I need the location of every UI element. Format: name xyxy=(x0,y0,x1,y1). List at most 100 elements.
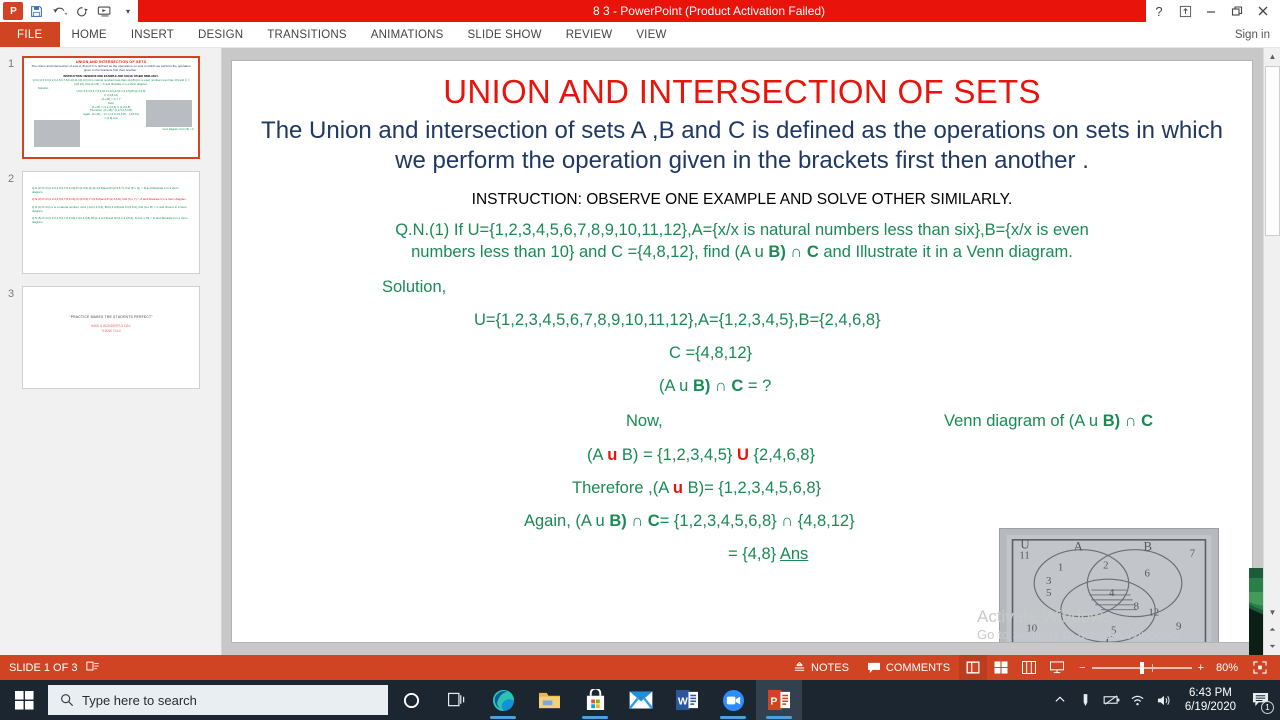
search-input[interactable]: Type here to search xyxy=(48,685,388,715)
notification-center-icon[interactable]: 1 xyxy=(1244,680,1276,720)
title-bar: P ▾ 8 3 - PowerPoint (Product Activation… xyxy=(0,0,1280,22)
slide-instruction-text[interactable]: INSTRUCTION: OBSERVE ONE EXAMPLE AND SOL… xyxy=(232,191,1252,209)
word-icon[interactable]: W xyxy=(664,680,710,720)
comments-button[interactable]: COMMENTS xyxy=(858,655,959,680)
slide-thumbnail-pane[interactable]: 1 UNION AND INTERSECTION OF SETS The Uni… xyxy=(0,48,222,655)
union-line[interactable]: (A u B) = {1,2,3,4,5} U {2,4,6,8} xyxy=(587,447,815,464)
show-hidden-icons[interactable] xyxy=(1047,680,1073,720)
scrollbar-thumb[interactable] xyxy=(1265,66,1280,236)
thumb1-question: Q.N.(1) If U={1,2,3,4,5,6,7,8,9,10,11,12… xyxy=(32,78,190,86)
again-a: Again, (A u xyxy=(524,512,610,530)
thumb1-venn-photo-right xyxy=(146,100,192,127)
start-slideshow-icon[interactable] xyxy=(95,2,115,20)
again-d: C xyxy=(647,512,660,530)
ribbon-display-options-icon[interactable] xyxy=(1172,0,1198,22)
thumbnail-image-1[interactable]: UNION AND INTERSECTION OF SETS The Union… xyxy=(22,56,200,159)
title-bar-background: 8 3 - PowerPoint (Product Activation Fai… xyxy=(138,0,1280,22)
minimize-icon[interactable] xyxy=(1198,0,1224,22)
slide-editing-area: UNION AND INTERSECTION OF SETS The Union… xyxy=(222,48,1280,699)
target-a: (A u xyxy=(659,377,693,395)
slide-question[interactable]: Q.N.(1) If U={1,2,3,4,5,6,7,8,9,10,11,12… xyxy=(246,220,1238,264)
thumbnail-slide-2[interactable]: 2 Q.N.(2) If U={1,2,3,4,5,6,7,8,9,10},P=… xyxy=(8,171,215,274)
start-button[interactable] xyxy=(0,680,48,720)
reading-view-icon[interactable] xyxy=(1015,655,1043,680)
search-placeholder: Type here to search xyxy=(82,692,197,708)
now-label[interactable]: Now, xyxy=(626,413,663,430)
slide-title[interactable]: UNION AND INTERSECTION OF SETS xyxy=(232,73,1252,111)
thumbnail-image-2[interactable]: Q.N.(2) If U={1,2,3,4,5,6,7,8,9,10},P={1… xyxy=(22,171,200,274)
taskbar-clock[interactable]: 6:43 PM 6/19/2020 xyxy=(1177,686,1244,715)
task-view-icon[interactable] xyxy=(434,680,480,720)
current-slide[interactable]: UNION AND INTERSECTION OF SETS The Union… xyxy=(231,60,1253,643)
tab-review[interactable]: REVIEW xyxy=(554,22,625,47)
mail-icon[interactable] xyxy=(618,680,664,720)
wifi-icon[interactable] xyxy=(1125,680,1151,720)
next-slide-button[interactable]: ⏷ xyxy=(1264,638,1280,655)
pen-icon[interactable] xyxy=(1073,680,1099,720)
tab-slide-show[interactable]: SLIDE SHOW xyxy=(456,22,554,47)
sign-in-link[interactable]: Sign in xyxy=(1235,22,1280,47)
thumbnail-number: 3 xyxy=(8,288,15,300)
close-icon[interactable] xyxy=(1250,0,1276,22)
battery-icon[interactable] xyxy=(1099,680,1125,720)
thumbnail-slide-1[interactable]: 1 UNION AND INTERSECTION OF SETS The Uni… xyxy=(8,56,215,159)
again-line[interactable]: Again, (A u B) ∩ C= {1,2,3,4,5,6,8} ∩ {4… xyxy=(524,513,855,530)
microsoft-store-icon[interactable] xyxy=(572,680,618,720)
slide-intro-text[interactable]: The Union and intersection of sets A ,B … xyxy=(258,116,1226,176)
slide-counter[interactable]: SLIDE 1 OF 3 xyxy=(9,662,77,674)
undo-icon[interactable] xyxy=(49,2,69,20)
tab-home[interactable]: HOME xyxy=(60,22,119,47)
customize-qat-icon[interactable]: ▾ xyxy=(118,2,138,20)
set-c-line[interactable]: C ={4,8,12} xyxy=(669,345,752,362)
edge-icon[interactable] xyxy=(480,680,526,720)
zoom-control[interactable]: − + 80% xyxy=(1071,661,1246,674)
target-expression-line[interactable]: (A u B) ∩ C = ? xyxy=(659,378,771,395)
tab-view[interactable]: VIEW xyxy=(624,22,678,47)
save-icon[interactable] xyxy=(26,2,46,20)
scroll-down-button[interactable]: ▼ xyxy=(1264,604,1280,621)
question-line-2e: and Illustrate it in a Venn diagram. xyxy=(818,243,1073,262)
again-c: ∩ xyxy=(626,512,648,530)
zoom-out-button[interactable]: − xyxy=(1079,662,1085,674)
thumbnail-image-3[interactable]: “PRACTICE MAKES THE STUDENTS PERFECT” HA… xyxy=(22,286,200,389)
powerpoint-app-icon-letter: P xyxy=(10,5,17,17)
cortana-icon[interactable] xyxy=(388,680,434,720)
normal-view-icon[interactable] xyxy=(959,655,988,680)
file-explorer-icon[interactable] xyxy=(526,680,572,720)
help-icon[interactable]: ? xyxy=(1146,0,1172,22)
zoom-slider-track[interactable] xyxy=(1091,661,1192,674)
status-bar-left: SLIDE 1 OF 3 xyxy=(0,660,100,676)
therefore-line[interactable]: Therefore ,(A u B)= {1,2,3,4,5,6,8} xyxy=(572,480,821,497)
volume-icon[interactable] xyxy=(1151,680,1177,720)
zoom-in-button[interactable]: + xyxy=(1198,662,1204,674)
tab-transitions[interactable]: TRANSITIONS xyxy=(255,22,359,47)
venn-caption[interactable]: Venn diagram of (A u B) ∩ C xyxy=(944,413,1153,430)
caption-c: ∩ xyxy=(1120,412,1142,430)
tab-file[interactable]: FILE xyxy=(0,22,60,47)
caption-a: Venn diagram of (A u xyxy=(944,412,1103,430)
slideshow-view-icon[interactable] xyxy=(1043,655,1071,680)
notes-button[interactable]: NOTES xyxy=(784,655,858,680)
fit-to-window-icon[interactable] xyxy=(1246,655,1274,680)
scroll-up-button[interactable]: ▲ xyxy=(1264,48,1280,65)
redo-icon[interactable] xyxy=(72,2,92,20)
thumbnail-slide-3[interactable]: 3 “PRACTICE MAKES THE STUDENTS PERFECT” … xyxy=(8,286,215,389)
solution-label[interactable]: Solution, xyxy=(382,279,446,296)
powerpoint-icon[interactable]: P xyxy=(756,680,802,720)
previous-slide-button[interactable]: ⏶ xyxy=(1264,621,1280,638)
slide-sorter-icon[interactable] xyxy=(987,655,1015,680)
answer-line[interactable]: = {4,8} Ans xyxy=(728,546,808,563)
tab-design[interactable]: DESIGN xyxy=(186,22,255,47)
tab-insert[interactable]: INSERT xyxy=(119,22,186,47)
clock-time: 6:43 PM xyxy=(1189,686,1232,699)
zoom-slider-thumb[interactable] xyxy=(1139,661,1144,674)
scrollbar-bottom-buttons: ▼ ⏶ ⏷ xyxy=(1264,604,1280,655)
zoom-icon[interactable] xyxy=(710,680,756,720)
language-icon[interactable] xyxy=(86,660,100,676)
restore-icon[interactable] xyxy=(1224,0,1250,22)
tab-animations[interactable]: ANIMATIONS xyxy=(359,22,456,47)
zoom-level-label[interactable]: 80% xyxy=(1216,662,1238,674)
thumb2-line-2: Q.N.(4) If U={x:x is a natural number, x… xyxy=(32,204,187,213)
given-sets-line[interactable]: U={1,2,3,4,5,6,7,8,9,10,11,12},A={1,2,3,… xyxy=(474,312,881,329)
slide-vertical-scrollbar[interactable]: ▲ ▼ ⏶ ⏷ xyxy=(1263,48,1280,655)
